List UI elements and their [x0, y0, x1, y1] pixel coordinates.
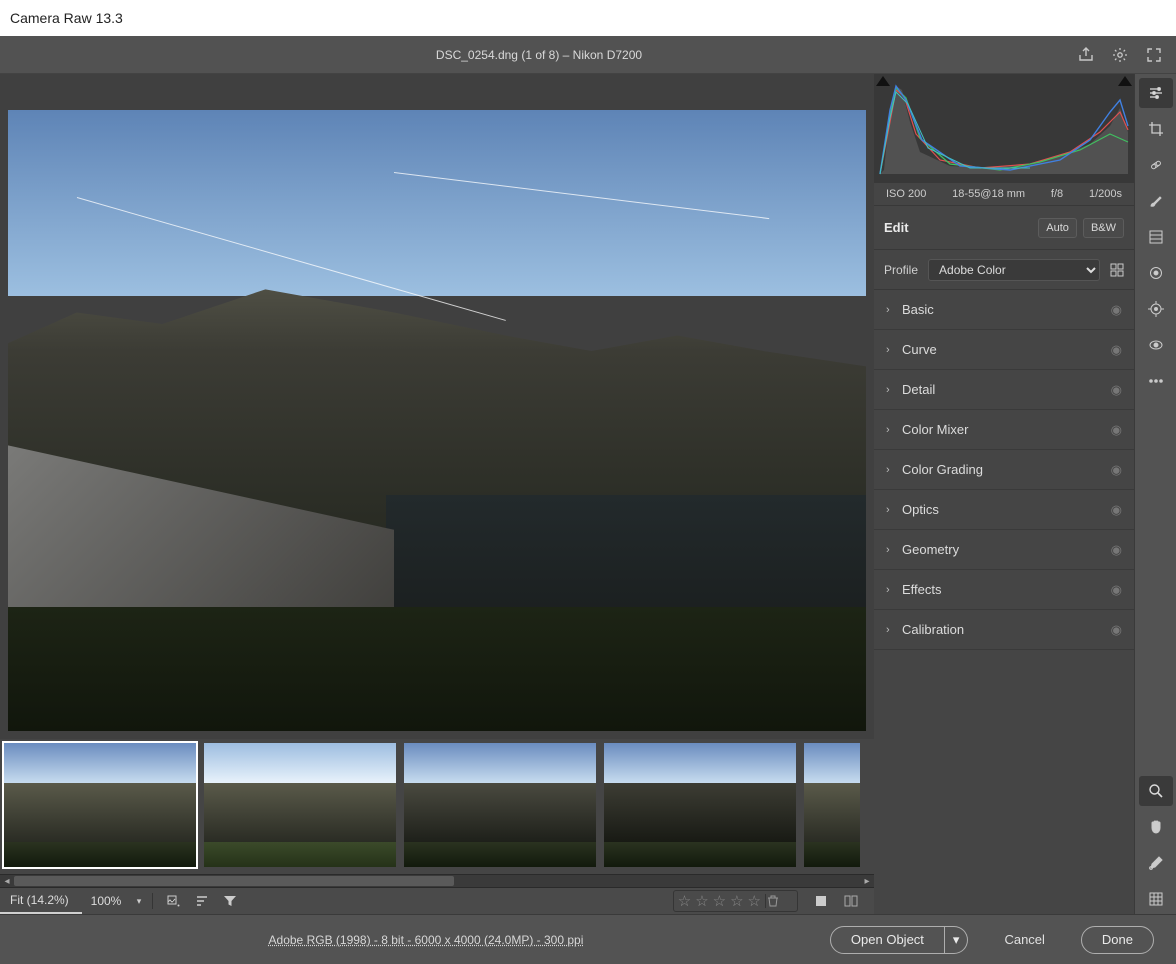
filter-icon[interactable] — [223, 894, 237, 908]
filmstrip-thumb[interactable] — [202, 741, 398, 869]
filmstrip-thumb[interactable] — [602, 741, 798, 869]
settings-gear-icon[interactable] — [1112, 47, 1128, 63]
scrollbar-handle[interactable] — [14, 876, 454, 886]
edit-panel-title: Edit — [884, 220, 1032, 235]
panel-colorgrading[interactable]: ›Color Grading◉ — [874, 450, 1134, 490]
brush-tool-icon[interactable] — [1139, 186, 1173, 216]
image-info-link[interactable]: Adobe RGB (1998) - 8 bit - 6000 x 4000 (… — [22, 933, 830, 947]
visibility-icon[interactable]: ◉ — [1111, 542, 1122, 558]
rating-stars[interactable]: ☆ ☆ ☆ ☆ ☆ — [673, 890, 798, 912]
window-titlebar: Camera Raw 13.3 — [0, 0, 1176, 36]
iso-value: ISO 200 — [886, 188, 926, 200]
zoom-menu-chevron-icon[interactable]: ▾ — [130, 896, 152, 907]
chevron-right-icon: › — [886, 624, 902, 636]
panel-effects[interactable]: ›Effects◉ — [874, 570, 1134, 610]
edit-tool-icon[interactable] — [1139, 78, 1173, 108]
filmstrip-thumb[interactable] — [802, 741, 862, 869]
scroll-left-arrow-icon[interactable]: ◂ — [0, 876, 14, 887]
app-title: Camera Raw 13.3 — [10, 10, 123, 26]
chevron-right-icon: › — [886, 424, 902, 436]
filmstrip-scrollbar[interactable]: ◂ ▸ — [0, 874, 874, 888]
compare-view-icon[interactable] — [844, 894, 858, 908]
document-title: DSC_0254.dng (1 of 8) – Nikon D7200 — [0, 48, 1078, 62]
filmstrip-thumb[interactable] — [402, 741, 598, 869]
visibility-icon[interactable]: ◉ — [1111, 422, 1122, 438]
healing-tool-icon[interactable] — [1139, 150, 1173, 180]
image-preview[interactable] — [0, 74, 874, 739]
chevron-right-icon: › — [886, 504, 902, 516]
target-adjust-icon[interactable] — [1139, 294, 1173, 324]
sort-photo-icon[interactable] — [167, 894, 181, 908]
star-icon[interactable]: ☆ — [730, 892, 743, 910]
star-icon[interactable]: ☆ — [678, 892, 691, 910]
panel-optics[interactable]: ›Optics◉ — [874, 490, 1134, 530]
document-header: DSC_0254.dng (1 of 8) – Nikon D7200 — [0, 36, 1176, 74]
done-button[interactable]: Done — [1081, 926, 1154, 954]
shutter-value: 1/200s — [1089, 188, 1122, 200]
chevron-right-icon: › — [886, 544, 902, 556]
chevron-right-icon: › — [886, 384, 902, 396]
zoom-tool-icon[interactable] — [1139, 776, 1173, 806]
sort-order-icon[interactable] — [195, 894, 209, 908]
chevron-right-icon: › — [886, 584, 902, 596]
color-sampler-icon[interactable] — [1139, 848, 1173, 878]
single-view-icon[interactable] — [814, 894, 828, 908]
bw-button[interactable]: B&W — [1083, 218, 1124, 238]
visibility-icon[interactable]: ◉ — [1111, 462, 1122, 478]
filmstrip-thumb[interactable] — [2, 741, 198, 869]
visibility-icon[interactable]: ◉ — [1111, 342, 1122, 358]
panel-calibration[interactable]: ›Calibration◉ — [874, 610, 1134, 650]
edit-panel: ISO 200 18-55@18 mm f/8 1/200s Edit Auto… — [874, 74, 1134, 914]
filmstrip — [0, 739, 874, 874]
star-icon[interactable]: ☆ — [748, 892, 761, 910]
cancel-button[interactable]: Cancel — [984, 926, 1064, 954]
footer-bar: Adobe RGB (1998) - 8 bit - 6000 x 4000 (… — [0, 914, 1176, 964]
star-icon[interactable]: ☆ — [713, 892, 726, 910]
open-object-menu-chevron-icon[interactable]: ▾ — [945, 926, 969, 954]
profile-select[interactable]: Adobe Color — [928, 259, 1100, 281]
chevron-right-icon: › — [886, 344, 902, 356]
panel-curve[interactable]: ›Curve◉ — [874, 330, 1134, 370]
tool-strip — [1134, 74, 1176, 914]
panel-geometry[interactable]: ›Geometry◉ — [874, 530, 1134, 570]
panel-basic[interactable]: ›Basic◉ — [874, 290, 1134, 330]
profile-label: Profile — [884, 263, 918, 277]
status-bar: Fit (14.2%) 100% ▾ ☆ ☆ ☆ ☆ — [0, 888, 874, 914]
scroll-right-arrow-icon[interactable]: ▸ — [860, 876, 874, 887]
export-icon[interactable] — [1078, 47, 1094, 63]
aperture-value: f/8 — [1051, 188, 1063, 200]
visibility-icon[interactable]: ◉ — [1111, 302, 1122, 318]
redeye-tool-icon[interactable] — [1139, 330, 1173, 360]
crop-tool-icon[interactable] — [1139, 114, 1173, 144]
panel-detail[interactable]: ›Detail◉ — [874, 370, 1134, 410]
zoom-fit-button[interactable]: Fit (14.2%) — [0, 888, 82, 914]
histogram[interactable] — [874, 74, 1134, 182]
visibility-icon[interactable]: ◉ — [1111, 622, 1122, 638]
fullscreen-icon[interactable] — [1146, 47, 1162, 63]
radial-gradient-icon[interactable] — [1139, 258, 1173, 288]
visibility-icon[interactable]: ◉ — [1111, 582, 1122, 598]
star-icon[interactable]: ☆ — [695, 892, 708, 910]
profile-browser-icon[interactable] — [1110, 263, 1124, 277]
visibility-icon[interactable]: ◉ — [1111, 502, 1122, 518]
panel-colormixer[interactable]: ›Color Mixer◉ — [874, 410, 1134, 450]
trash-icon[interactable] — [766, 894, 780, 908]
auto-button[interactable]: Auto — [1038, 218, 1077, 238]
hand-tool-icon[interactable] — [1139, 812, 1173, 842]
chevron-right-icon: › — [886, 464, 902, 476]
lens-value: 18-55@18 mm — [952, 188, 1025, 200]
zoom-100-button[interactable]: 100% — [82, 894, 130, 908]
grid-toggle-icon[interactable] — [1139, 884, 1173, 914]
exif-info: ISO 200 18-55@18 mm f/8 1/200s — [874, 182, 1134, 206]
chevron-right-icon: › — [886, 304, 902, 316]
linear-gradient-icon[interactable] — [1139, 222, 1173, 252]
visibility-icon[interactable]: ◉ — [1111, 382, 1122, 398]
more-tools-icon[interactable] — [1139, 366, 1173, 396]
open-object-button[interactable]: Open Object — [830, 926, 945, 954]
